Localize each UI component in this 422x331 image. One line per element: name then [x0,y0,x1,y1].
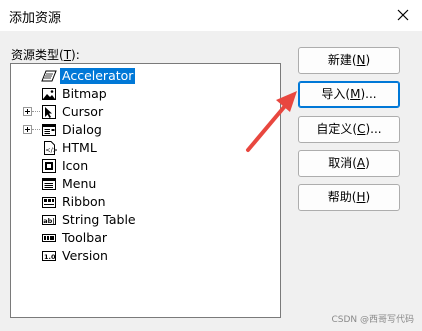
tree-item-bitmap[interactable]: Bitmap [11,85,280,103]
string-table-icon: ab| [41,212,57,228]
tree-item-menu[interactable]: Menu [11,175,280,193]
help-button-text: 帮助( [327,190,357,204]
svg-text:ab|: ab| [43,217,54,226]
version-icon: 1.0 [41,248,57,264]
help-button-accel: H [356,190,366,204]
svg-text:1.0: 1.0 [44,253,56,261]
tree-item-label: String Table [62,212,136,227]
tree-item-label: Version [62,248,108,263]
tree-item-toolbar[interactable]: Toolbar [11,229,280,247]
dialog-title: 添加资源 [9,11,62,26]
tree-item-label: Menu [62,176,97,191]
cancel-button[interactable]: 取消(A) [298,150,400,177]
accelerator-icon [41,68,57,84]
custom-button[interactable]: 自定义(C)... [298,116,400,143]
tree-item-string-table[interactable]: ab| String Table [11,211,280,229]
tree-item-cursor[interactable]: Cursor [11,103,280,121]
tree-item-label: Cursor [62,104,104,119]
cancel-button-accel: A [356,156,366,170]
ribbon-icon [41,194,57,210]
bitmap-icon [41,86,57,102]
tree-item-label: HTML [62,140,97,155]
tree-item-accelerator[interactable]: Accelerator [11,67,280,85]
watermark: CSDN @西哥写代码 [331,315,414,325]
icon-resource-icon [41,158,57,174]
close-icon [397,9,409,21]
custom-button-text: 自定义( [316,122,358,136]
tree-item-label: Ribbon [62,194,106,209]
tree-item-label: Bitmap [62,86,107,101]
tree-item-html[interactable]: </> HTML [11,139,280,157]
resource-type-label-accel: T [63,48,72,62]
cancel-button-text: 取消( [328,156,357,170]
cancel-button-end: ) [365,156,370,170]
help-button[interactable]: 帮助(H) [298,184,400,211]
tree-connector [32,129,40,130]
tree-connector [32,111,40,112]
close-button[interactable] [392,4,414,26]
tree-item-label: Dialog [62,122,102,137]
custom-button-end: )... [365,122,382,136]
cursor-icon [41,104,57,120]
import-button-accel: M [350,87,361,101]
tree-item-ribbon[interactable]: Ribbon [11,193,280,211]
import-button-text: 导入( [321,87,351,101]
tree-item-version[interactable]: 1.0 Version [11,247,280,265]
title-bar: 添加资源 [0,0,422,31]
expand-icon[interactable] [23,125,32,134]
tree-item-label: Accelerator [60,68,136,84]
dialog-icon [41,122,57,138]
tree-item-label: Icon [62,158,89,173]
tree-item-dialog[interactable]: Dialog [11,121,280,139]
new-button-text: 新建( [327,53,357,67]
html-icon: </> [41,140,57,156]
expand-icon[interactable] [23,107,32,116]
toolbar-icon [41,230,57,246]
new-button[interactable]: 新建(N) [298,47,400,74]
tree-item-label: Toolbar [62,230,108,245]
tree-item-icon[interactable]: Icon [11,157,280,175]
resource-type-label-end: ): [71,48,80,62]
menu-icon [41,176,57,192]
help-button-end: ) [365,190,371,204]
resource-type-label: 资源类型(T): [11,46,80,63]
import-button[interactable]: 导入(M)... [298,81,400,108]
new-button-end: ) [365,53,371,67]
import-button-end: )... [360,87,377,101]
svg-text:</>: </> [45,146,57,154]
resource-type-tree[interactable]: Accelerator Bitmap Cursor Dialog </> HTML Icon… [10,63,281,318]
resource-type-label-text: 资源类型( [11,48,64,62]
